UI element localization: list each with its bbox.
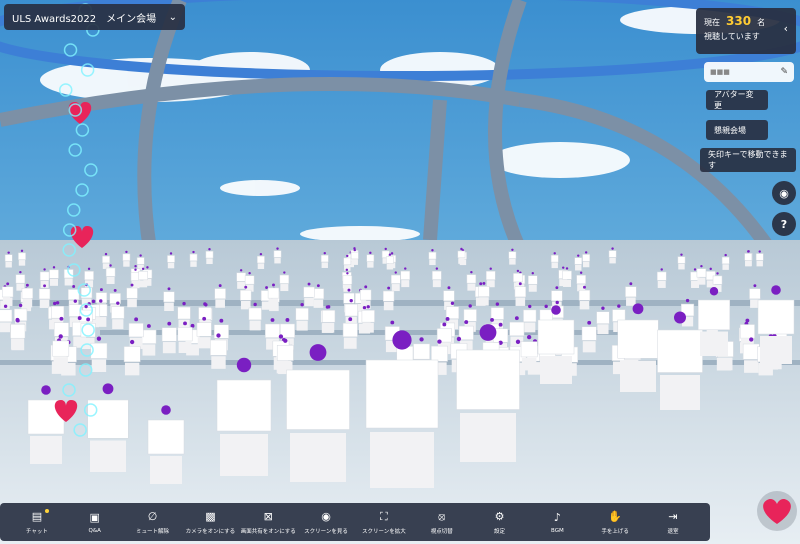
qa-icon: ▣ <box>89 510 100 524</box>
toolbar-bgm[interactable]: ♪ BGM <box>531 511 583 534</box>
gear-icon: ⚙ <box>494 509 505 523</box>
toolbar-label: Q&A <box>88 527 101 534</box>
view-switch-icon: ⦻ <box>438 509 446 523</box>
toolbar-view-screen[interactable]: ◉ スクリーンを見る <box>300 510 352 535</box>
toolbar-screen-share[interactable]: ⊠ 画面共有をオンにする <box>240 509 296 535</box>
chevron-left-icon[interactable]: ‹ <box>784 22 788 36</box>
viewer-suffix: 名 <box>757 18 766 27</box>
venue-selector[interactable]: ULS Awards2022 メイン会場 ⌄ <box>4 4 185 30</box>
mic-off-icon: ∅ <box>147 509 158 523</box>
music-icon: ♪ <box>553 510 561 524</box>
toolbar-label: チャット <box>25 528 48 535</box>
viewer-count-panel: 現在 330 名 視聴しています ‹ <box>696 8 796 54</box>
hand-icon: ✋ <box>608 509 623 523</box>
lounge-button[interactable]: 懇親会場 <box>706 120 768 140</box>
toolbar-exit[interactable]: ⇥ 退室 <box>647 510 699 535</box>
viewer-line2: 視聴しています <box>704 32 760 41</box>
notification-dot <box>44 508 49 513</box>
toolbar-unmute[interactable]: ∅ ミュート解除 <box>127 510 179 535</box>
toolbar-qa[interactable]: ▣ Q&A <box>69 511 121 534</box>
toolbar-label: ミュート解除 <box>136 528 170 535</box>
toolbar-label: スクリーンを見る <box>304 528 348 535</box>
toolbar-chat[interactable]: ▤ チャット <box>11 508 63 535</box>
chevron-down-icon: ⌄ <box>168 11 177 23</box>
camera-off-icon: ▩ <box>205 509 216 523</box>
movement-hint: 矢印キーで移動できます <box>700 148 796 172</box>
toolbar-label: BGM <box>551 527 564 534</box>
chat-icon: ▤ <box>31 509 43 523</box>
toolbar-camera[interactable]: ▩ カメラをオンにする <box>184 510 236 535</box>
change-avatar-button[interactable]: アバター変更 <box>706 90 768 110</box>
toolbar-label: 画面共有をオンにする <box>240 528 296 535</box>
screen-share-icon: ⊠ <box>263 509 273 523</box>
help-icon[interactable]: ? <box>772 212 796 236</box>
toolbar-label: 退室 <box>667 528 679 535</box>
bottom-toolbar: ▤ チャット ▣ Q&A ∅ ミュート解除 ▩ カメラをオンにする ⊠ 画面共有… <box>0 503 710 541</box>
toolbar-raise-hand[interactable]: ✋ 手を上げる <box>589 510 641 535</box>
toolbar-expand-screen[interactable]: ⛶ スクリーンを拡大 <box>358 510 410 535</box>
toolbar-label: スクリーンを拡大 <box>362 528 406 535</box>
toolbar-settings[interactable]: ⚙ 設定 <box>474 510 526 535</box>
venue-label: ULS Awards2022 メイン会場 <box>12 13 157 25</box>
exit-icon: ⇥ <box>668 509 678 523</box>
viewer-prefix: 現在 <box>704 18 720 27</box>
eye-slash-icon[interactable]: ◉ <box>772 181 796 205</box>
heart-reaction-icon[interactable] <box>756 490 798 532</box>
toolbar-view-switch[interactable]: ⦻ 視点切替 <box>416 510 468 535</box>
toolbar-label: 視点切替 <box>430 528 453 535</box>
toolbar-label: カメラをオンにする <box>185 528 236 535</box>
toolbar-label: 設定 <box>494 528 506 535</box>
venue-3d-scene[interactable] <box>0 0 800 544</box>
expand-icon: ⛶ <box>380 509 388 523</box>
user-name-chip[interactable]: ■■■ ✎ <box>704 62 794 82</box>
user-name: ■■■ <box>710 68 730 76</box>
pencil-icon[interactable]: ✎ <box>780 67 788 77</box>
viewer-count: 330 <box>726 14 752 28</box>
eye-icon: ◉ <box>321 509 331 523</box>
toolbar-label: 手を上げる <box>601 528 629 535</box>
